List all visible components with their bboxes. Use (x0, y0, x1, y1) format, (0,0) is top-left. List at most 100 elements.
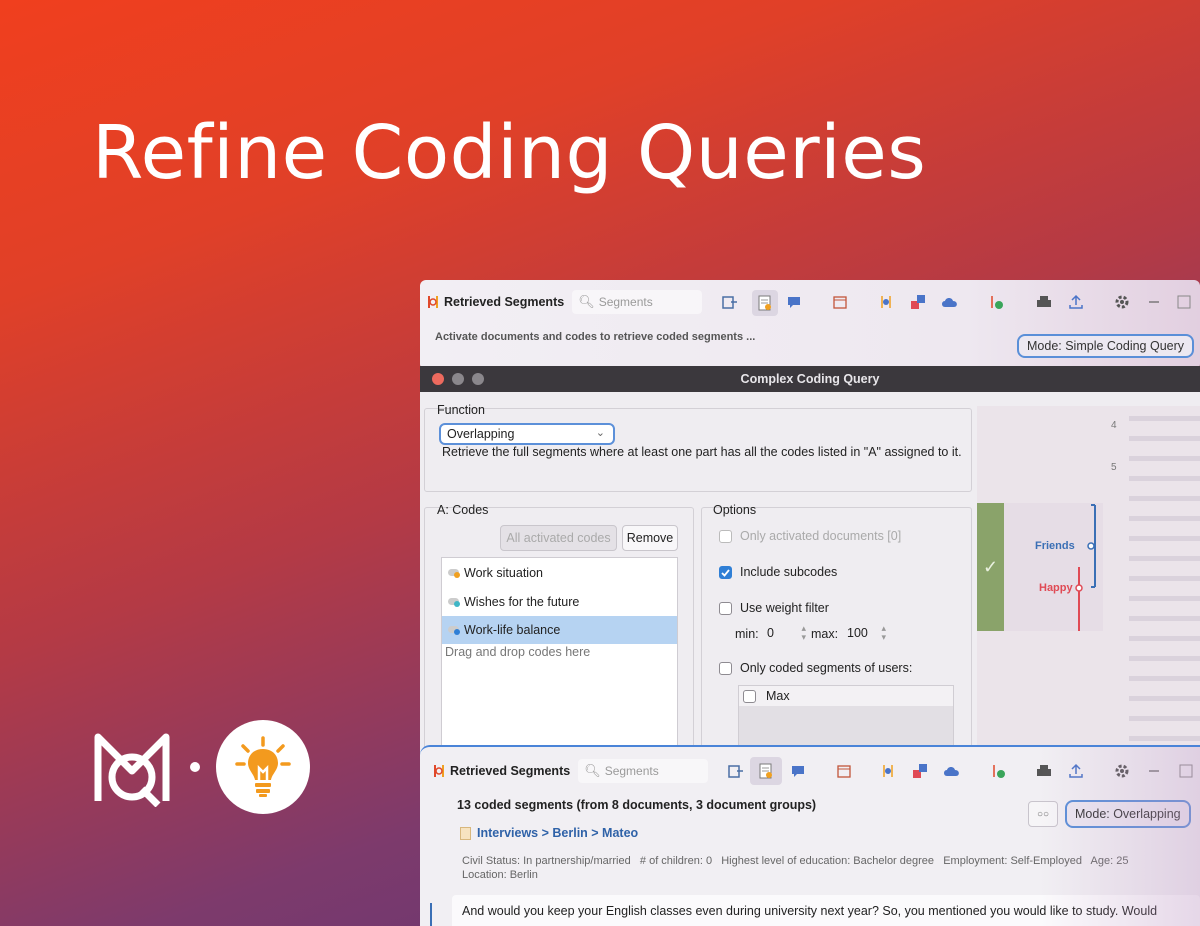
codes-label: A: Codes (437, 503, 489, 517)
code-item-wishes-for-the-future[interactable]: Wishes for the future (442, 588, 677, 616)
export-icon[interactable] (1066, 292, 1086, 312)
option-label: Only coded segments of users: (740, 661, 913, 675)
comment-icon[interactable] (788, 761, 808, 781)
code-list[interactable]: Work situation Wishes for the future Wor… (441, 557, 678, 756)
checkmark-icon: ✓ (982, 556, 999, 577)
min-label: min: (735, 627, 759, 641)
checkbox-checked[interactable] (719, 565, 732, 579)
users-icon: ○○ (1036, 808, 1050, 820)
stepper-icon[interactable]: ▴ ▾ (881, 624, 886, 642)
max-spinner[interactable]: 100 ▴ ▾ (846, 624, 886, 644)
document-path-link[interactable]: Interviews > Berlin > Mateo (477, 826, 638, 840)
export-icon[interactable] (1066, 761, 1086, 781)
settings-gear-icon[interactable] (1112, 292, 1132, 312)
overlap-icon[interactable] (910, 761, 930, 781)
undock-icon[interactable] (1176, 761, 1196, 781)
all-activated-codes-button[interactable]: All activated codes (500, 525, 617, 551)
code-add-icon[interactable] (988, 761, 1008, 781)
happy-code-label: Happy (1039, 582, 1073, 594)
lightbulb-badge (216, 720, 310, 814)
logo-row (92, 720, 310, 814)
calendar-icon[interactable] (834, 761, 854, 781)
overlap-icon[interactable] (908, 292, 928, 312)
function-label: Function (437, 403, 485, 417)
checkbox[interactable] (719, 529, 732, 543)
cloud-icon[interactable] (940, 292, 960, 312)
cloud-icon[interactable] (942, 761, 962, 781)
min-spinner[interactable]: 0 ▴ ▾ (766, 624, 806, 644)
user-row[interactable]: Max (739, 686, 953, 706)
segment-card[interactable]: And would you keep your English classes … (452, 895, 1200, 926)
code-filter-icon[interactable] (876, 292, 896, 312)
function-description: Retrieve the full segments where at leas… (442, 445, 962, 459)
checkbox[interactable] (743, 689, 756, 703)
line-number: 4 (1111, 420, 1117, 431)
mode-pill-overlapping[interactable]: Mode: Overlapping (1065, 800, 1191, 828)
checkbox[interactable] (719, 601, 732, 615)
export-segments-icon[interactable] (726, 761, 746, 781)
code-item-label: Work-life balance (464, 623, 561, 637)
document-path-row[interactable]: Interviews > Berlin > Mateo (460, 826, 638, 840)
minimize-window-icon[interactable] (452, 373, 464, 385)
document-icon (460, 826, 471, 840)
maxqda-logo-icon (94, 733, 170, 807)
include-subcodes-option[interactable]: Include subcodes (719, 565, 837, 579)
search-field[interactable]: 🔍︎ Segments (578, 759, 709, 783)
coding-stripe-area: ✓ Friends Happy (977, 503, 1103, 631)
print-icon[interactable] (1034, 292, 1054, 312)
user-filter-button[interactable]: ○○ (1028, 801, 1058, 827)
comment-icon[interactable] (784, 292, 804, 312)
segments-summary: 13 coded segments (from 8 documents, 3 d… (457, 798, 817, 812)
mode-pill-simple[interactable]: Mode: Simple Coding Query (1017, 334, 1195, 358)
summary-icon[interactable] (752, 290, 778, 316)
search-placeholder: Segments (598, 295, 653, 309)
retrieved-segments-icon (434, 765, 444, 777)
zoom-window-icon[interactable] (472, 373, 484, 385)
print-icon[interactable] (1034, 761, 1054, 781)
code-item-work-situation[interactable]: Work situation (442, 559, 677, 587)
coding-stripes (1075, 504, 1096, 631)
drop-hint: Drag and drop codes here (445, 645, 591, 659)
retrieved-segments-window-bottom: Retrieved Segments 🔍︎ Segments 13 coded … (420, 745, 1200, 926)
code-add-icon[interactable] (986, 292, 1006, 312)
only-activated-documents-option[interactable]: Only activated documents [0] (719, 529, 901, 543)
option-label: Use weight filter (740, 601, 829, 615)
segment-text: And would you keep your English classes … (462, 904, 1158, 918)
user-name: Max (766, 689, 790, 703)
max-value: 100 (847, 626, 868, 640)
chevron-down-icon: ⌄ (595, 427, 605, 439)
code-filter-icon[interactable] (878, 761, 898, 781)
calendar-icon[interactable] (830, 292, 850, 312)
minimize-icon[interactable] (1144, 292, 1164, 312)
headline: Refine Coding Queries (92, 110, 927, 196)
option-label: Only activated documents [0] (740, 529, 902, 543)
document-variables-line2: Location: Berlin (462, 869, 538, 881)
checkbox[interactable] (719, 661, 732, 675)
status-message: Activate documents and codes to retrieve… (435, 331, 756, 343)
separator-dot (190, 762, 200, 772)
code-item-work-life-balance[interactable]: Work-life balance (442, 616, 677, 644)
search-field[interactable]: 🔍︎ Segments (572, 290, 703, 314)
settings-gear-icon[interactable] (1112, 761, 1132, 781)
minimize-icon[interactable] (1144, 761, 1164, 781)
stepper-icon[interactable]: ▴ ▾ (801, 624, 806, 642)
friends-code-label: Friends (1035, 540, 1075, 552)
undock-icon[interactable] (1174, 292, 1194, 312)
window-title: Retrieved Segments (450, 764, 571, 778)
dialog-titlebar: Complex Coding Query (420, 366, 1200, 392)
summary-icon[interactable] (750, 757, 782, 785)
blurred-text (1129, 416, 1200, 746)
code-tag-icon (448, 567, 462, 579)
retrieved-segments-window-top: Retrieved Segments 🔍︎ Segments Activate … (420, 280, 1200, 370)
close-window-icon[interactable] (432, 373, 444, 385)
code-tag-icon (448, 624, 462, 636)
remove-button[interactable]: Remove (622, 525, 678, 551)
function-select[interactable]: Overlapping ⌄ (439, 423, 615, 445)
search-icon: 🔍︎ (584, 763, 601, 778)
segment-left-marker (430, 903, 432, 926)
only-coded-segments-users-option[interactable]: Only coded segments of users: (719, 661, 912, 675)
use-weight-filter-option[interactable]: Use weight filter (719, 601, 829, 615)
dialog-title: Complex Coding Query (740, 372, 880, 386)
function-select-value: Overlapping (447, 427, 515, 441)
export-segments-icon[interactable] (720, 292, 740, 312)
